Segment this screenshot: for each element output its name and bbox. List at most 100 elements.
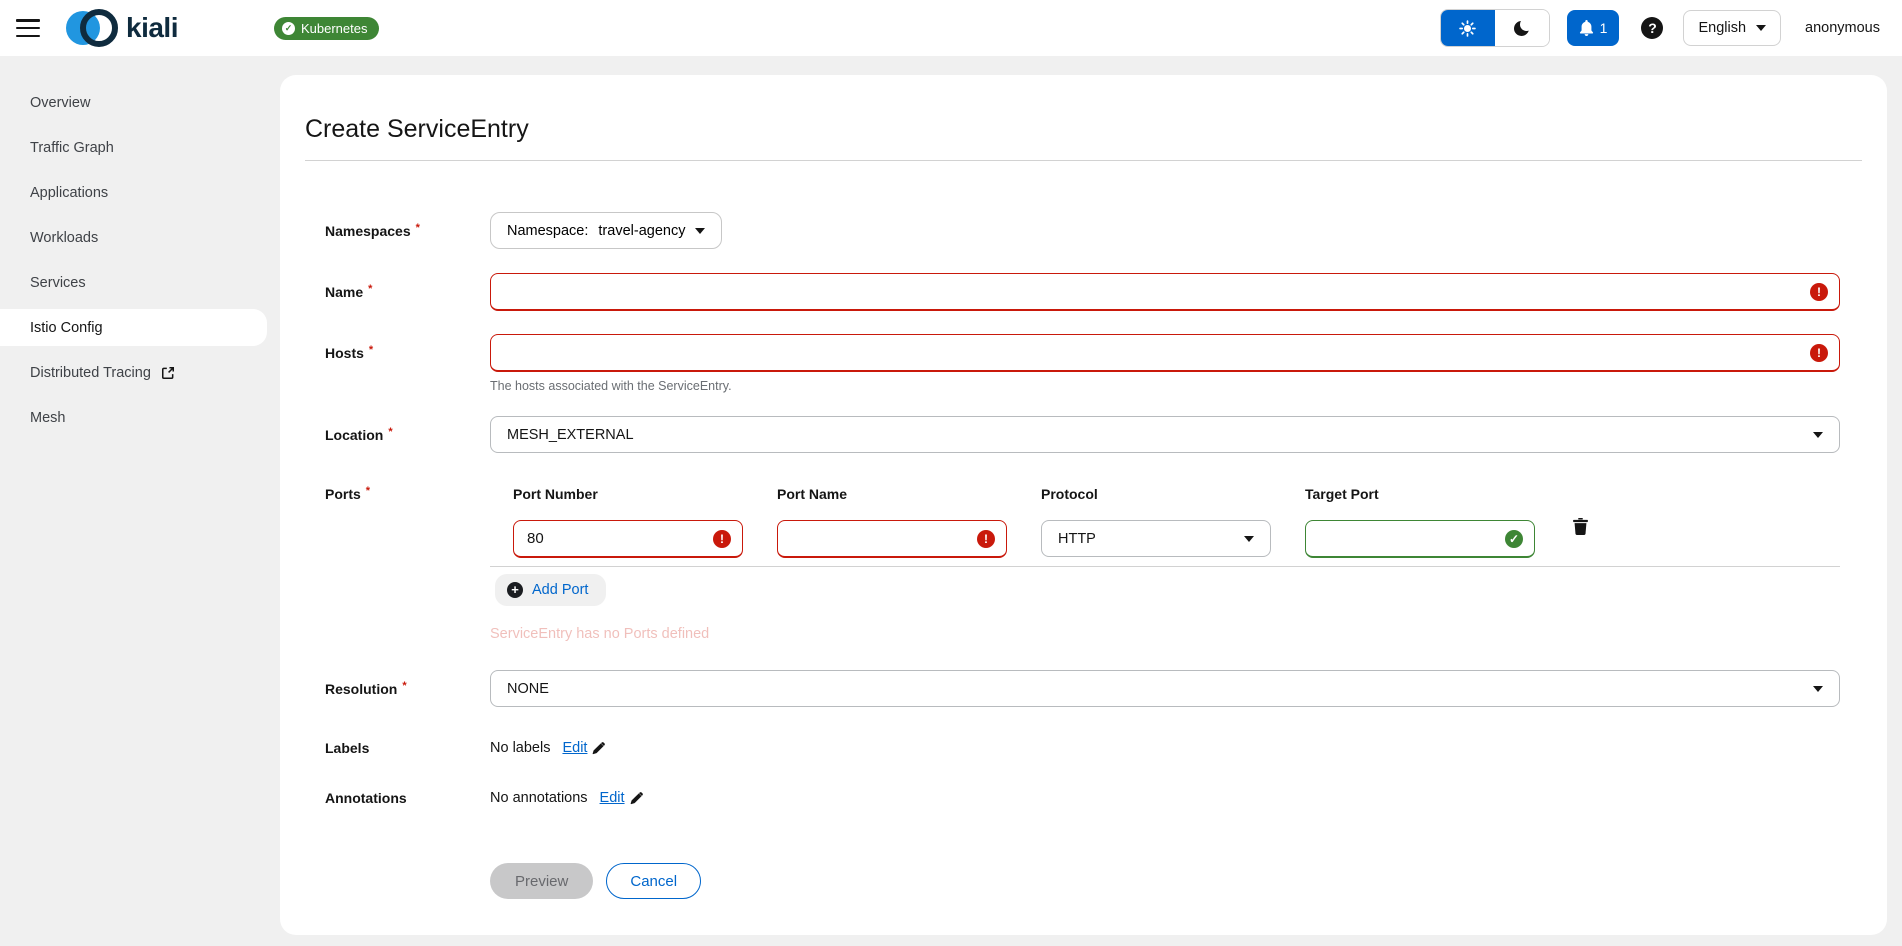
required-indicator: *: [368, 283, 372, 295]
ports-divider: [490, 566, 1840, 567]
kiali-logo: kiali: [66, 8, 178, 48]
port-name-input[interactable]: [777, 520, 1007, 558]
create-serviceentry-card: Create ServiceEntry Namespaces * Namespa…: [280, 75, 1887, 935]
caret-down-icon: [1813, 686, 1823, 692]
sidebar-item-workloads[interactable]: Workloads: [0, 219, 267, 256]
hamburger-icon: [16, 19, 40, 22]
required-indicator: *: [388, 426, 392, 438]
location-label: Location *: [305, 416, 490, 454]
cluster-badge-label: Kubernetes: [301, 21, 368, 36]
theme-toggle-group: [1440, 9, 1550, 47]
caret-down-icon: [695, 228, 705, 234]
sidebar-item-overview[interactable]: Overview: [0, 84, 267, 121]
location-select-value: MESH_EXTERNAL: [507, 427, 634, 443]
resolution-row: Resolution * NONE: [305, 670, 1840, 708]
form-actions: Preview Cancel: [490, 863, 1840, 899]
caret-down-icon: [1244, 536, 1254, 542]
hosts-helper-text: The hosts associated with the ServiceEnt…: [490, 379, 1840, 393]
nav-toggle-button[interactable]: [16, 19, 40, 37]
namespaces-label: Namespaces *: [305, 212, 490, 250]
name-label: Name *: [305, 273, 490, 311]
target-port-input[interactable]: [1305, 520, 1535, 558]
check-circle-icon: ✓: [1505, 530, 1523, 548]
sidebar-item-distributed-tracing[interactable]: Distributed Tracing: [0, 354, 267, 391]
language-label: English: [1698, 20, 1746, 36]
exclamation-circle-icon: !: [1810, 344, 1828, 362]
caret-down-icon: [1813, 432, 1823, 438]
exclamation-circle-icon: !: [1810, 283, 1828, 301]
annotations-label: Annotations: [305, 781, 490, 815]
brand-name: kiali: [126, 12, 178, 44]
namespaces-row: Namespaces * Namespace: travel-agency: [305, 212, 1840, 250]
location-select[interactable]: MESH_EXTERNAL: [490, 416, 1840, 453]
namespace-dropdown[interactable]: Namespace: travel-agency: [490, 212, 722, 249]
required-indicator: *: [366, 485, 370, 497]
delete-port-button[interactable]: [1569, 514, 1592, 539]
name-input[interactable]: [490, 273, 1840, 311]
edit-labels-link[interactable]: Edit: [562, 740, 605, 756]
resolution-select[interactable]: NONE: [490, 670, 1840, 707]
pencil-icon: [592, 742, 605, 755]
protocol-select-value: HTTP: [1058, 531, 1096, 547]
protocol-header: Protocol: [1041, 486, 1271, 502]
labels-label: Labels: [305, 731, 490, 765]
sidebar-item-istio-config[interactable]: Istio Config: [0, 309, 267, 346]
annotations-empty-text: No annotations: [490, 790, 588, 806]
sidebar-item-mesh[interactable]: Mesh: [0, 399, 267, 436]
namespace-dropdown-prefix: Namespace:: [507, 223, 588, 239]
user-name: anonymous: [1805, 20, 1880, 36]
labels-empty-text: No labels: [490, 740, 550, 756]
resolution-select-value: NONE: [507, 681, 549, 697]
labels-row: Labels No labels Edit: [305, 731, 1840, 765]
kiali-logo-icon: [66, 8, 118, 48]
hosts-row: Hosts * ! The hosts associated with the …: [305, 334, 1840, 393]
plus-circle-icon: +: [507, 582, 523, 598]
check-circle-icon: ✓: [282, 22, 295, 35]
sidebar: Overview Traffic Graph Applications Work…: [0, 56, 267, 946]
add-port-button[interactable]: + Add Port: [495, 574, 606, 606]
ports-empty-warning: ServiceEntry has no Ports defined: [490, 626, 1840, 642]
port-number-header: Port Number: [513, 486, 743, 502]
required-indicator: *: [402, 680, 406, 692]
dark-theme-button[interactable]: [1495, 10, 1549, 46]
main-content: Create ServiceEntry Namespaces * Namespa…: [267, 56, 1902, 946]
namespace-dropdown-value: travel-agency: [598, 223, 685, 239]
sun-icon: [1459, 20, 1476, 37]
preview-button[interactable]: Preview: [490, 863, 593, 899]
required-indicator: *: [416, 222, 420, 234]
title-divider: [305, 160, 1862, 161]
port-name-header: Port Name: [777, 486, 1007, 502]
trash-icon: [1573, 518, 1588, 535]
sidebar-item-services[interactable]: Services: [0, 264, 267, 301]
hosts-input[interactable]: [490, 334, 1840, 372]
sidebar-item-applications[interactable]: Applications: [0, 174, 267, 211]
masthead: kiali ✓ Kubernetes: [0, 0, 1902, 56]
language-select[interactable]: English: [1683, 10, 1781, 46]
help-button[interactable]: ?: [1641, 17, 1663, 39]
exclamation-circle-icon: !: [713, 530, 731, 548]
protocol-select[interactable]: HTTP: [1041, 520, 1271, 557]
exclamation-circle-icon: !: [977, 530, 995, 548]
notification-count: 1: [1600, 20, 1608, 36]
target-port-header: Target Port: [1305, 486, 1535, 502]
edit-annotations-link[interactable]: Edit: [600, 790, 643, 806]
ports-row: Ports * Port Number !: [305, 486, 1840, 642]
required-indicator: *: [369, 344, 373, 356]
caret-down-icon: [1756, 25, 1766, 31]
cluster-badge: ✓ Kubernetes: [274, 17, 380, 40]
question-circle-icon: ?: [1648, 20, 1657, 36]
external-link-icon: [161, 366, 175, 380]
port-number-input[interactable]: [513, 520, 743, 558]
name-row: Name * !: [305, 273, 1840, 311]
serviceentry-form: Namespaces * Namespace: travel-agency: [305, 212, 1862, 899]
cancel-button[interactable]: Cancel: [606, 863, 701, 899]
page-title: Create ServiceEntry: [305, 115, 1862, 144]
light-theme-button[interactable]: [1441, 10, 1495, 46]
bell-icon: [1579, 20, 1594, 36]
notifications-button[interactable]: 1: [1567, 10, 1620, 46]
moon-icon: [1514, 21, 1529, 36]
sidebar-item-traffic-graph[interactable]: Traffic Graph: [0, 129, 267, 166]
resolution-label: Resolution *: [305, 670, 490, 708]
annotations-row: Annotations No annotations Edit: [305, 781, 1840, 815]
pencil-icon: [630, 792, 643, 805]
